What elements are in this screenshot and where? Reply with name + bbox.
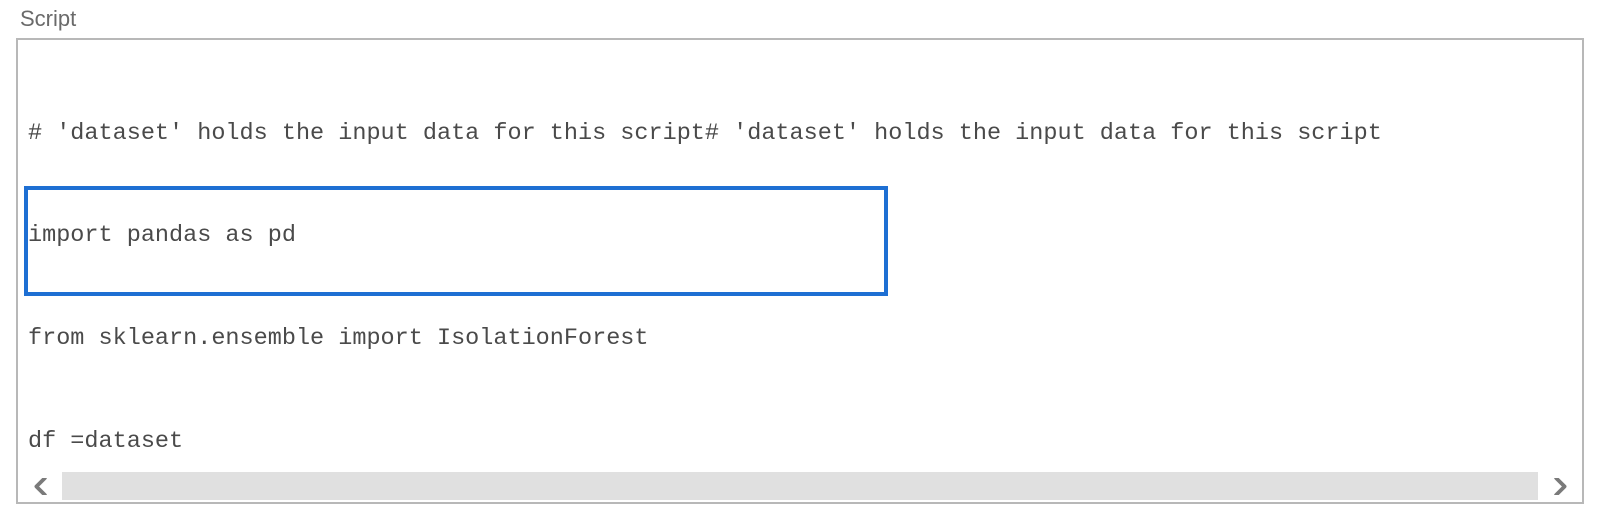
horizontal-scrollbar[interactable] — [20, 472, 1580, 500]
script-editor[interactable]: # 'dataset' holds the input data for thi… — [16, 38, 1584, 504]
scroll-right-button[interactable] — [1538, 472, 1580, 500]
code-line: # 'dataset' holds the input data for thi… — [28, 117, 1574, 151]
script-label: Script — [20, 6, 1584, 32]
scroll-left-button[interactable] — [20, 472, 62, 500]
chevron-right-icon — [1551, 478, 1568, 495]
code-area[interactable]: # 'dataset' holds the input data for thi… — [18, 40, 1582, 472]
scroll-track[interactable] — [62, 472, 1538, 500]
code-line: df =dataset — [28, 425, 1574, 459]
code-line: import pandas as pd — [28, 219, 1574, 253]
chevron-left-icon — [33, 478, 50, 495]
code-line: from sklearn.ensemble import IsolationFo… — [28, 322, 1574, 356]
